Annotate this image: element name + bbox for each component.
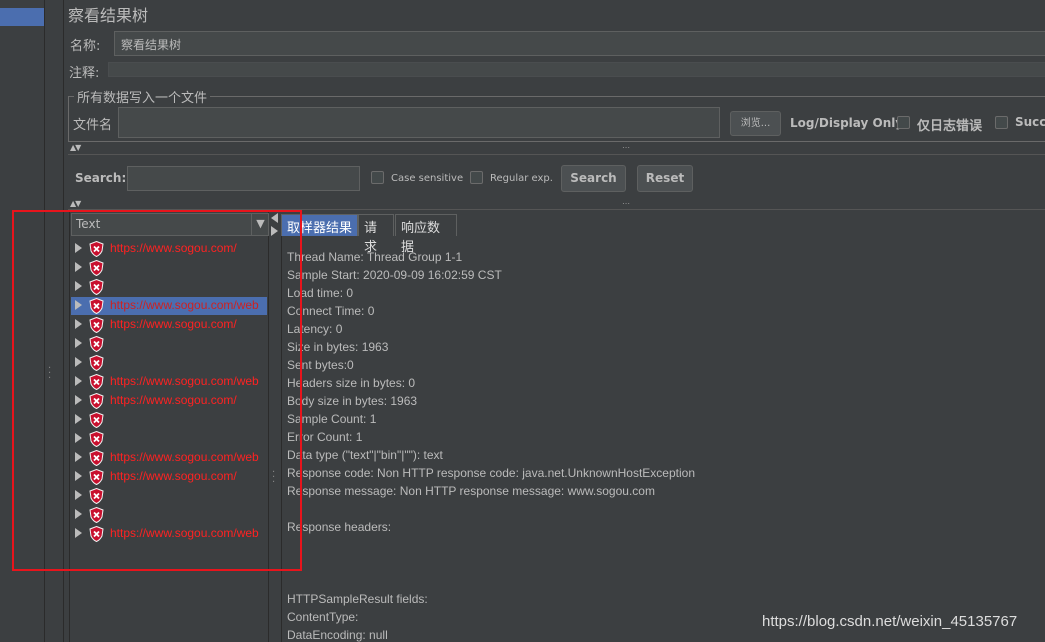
successes-only-label: Succ bbox=[1015, 115, 1045, 129]
result-line: Response message: Non HTTP response mess… bbox=[287, 484, 655, 498]
result-line: Data type ("text"|"bin"|""): text bbox=[287, 448, 443, 462]
result-line: Body size in bytes: 1963 bbox=[287, 394, 418, 408]
result-line: Headers size in bytes: 0 bbox=[287, 376, 416, 390]
search-input[interactable] bbox=[127, 166, 360, 191]
file-output-group-title: 所有数据写入一个文件 bbox=[74, 87, 211, 106]
result-line: HTTPSampleResult fields: bbox=[287, 592, 428, 606]
name-input[interactable]: 察看结果树 bbox=[114, 31, 1045, 56]
sampler-result-panel bbox=[281, 236, 1045, 642]
name-label: 名称: bbox=[70, 39, 101, 54]
tab-response-data[interactable]: 响应数据 bbox=[395, 214, 457, 255]
divider bbox=[68, 154, 1045, 155]
browse-button[interactable]: 浏览... bbox=[730, 111, 781, 136]
reset-button[interactable]: Reset bbox=[637, 165, 693, 192]
left-tree-selected-node[interactable] bbox=[0, 8, 44, 26]
search-label: Search: bbox=[75, 171, 127, 185]
case-sensitive-checkbox[interactable] bbox=[371, 171, 384, 184]
errors-only-checkbox[interactable] bbox=[897, 116, 910, 129]
collapse-arrows-icon[interactable]: ▲▼ bbox=[70, 199, 81, 208]
regular-exp-checkbox[interactable] bbox=[470, 171, 483, 184]
result-line: ContentType: bbox=[287, 610, 359, 624]
result-line: DataEncoding: null bbox=[287, 628, 388, 642]
errors-only-label: 仅日志错误 bbox=[917, 119, 983, 134]
result-line: Size in bytes: 1963 bbox=[287, 340, 389, 354]
tab-request[interactable]: 请求 bbox=[358, 214, 394, 255]
annotation-highlight-box bbox=[12, 210, 302, 571]
divider-grip-icon[interactable]: ⋯ bbox=[622, 199, 630, 208]
result-line: Response headers: bbox=[287, 520, 392, 534]
regular-exp-label: Regular exp. bbox=[490, 173, 553, 184]
successes-only-checkbox[interactable] bbox=[995, 116, 1008, 129]
result-line: Response code: Non HTTP response code: j… bbox=[287, 466, 696, 480]
search-button[interactable]: Search bbox=[561, 165, 626, 192]
filename-label: 文件名 bbox=[73, 118, 113, 133]
comment-input[interactable] bbox=[108, 62, 1045, 77]
comment-label: 注释: bbox=[69, 66, 100, 81]
result-line: Sample Start: 2020-09-09 16:02:59 CST bbox=[287, 268, 502, 282]
filename-input[interactable] bbox=[118, 107, 720, 138]
panel-title: 察看结果树 bbox=[68, 6, 149, 25]
watermark: https://blog.csdn.net/weixin_45135767 bbox=[762, 613, 1018, 630]
result-line: Thread Name: Thread Group 1-1 bbox=[287, 250, 463, 264]
case-sensitive-label: Case sensitive bbox=[391, 173, 464, 184]
divider-grip-icon[interactable]: ⋯ bbox=[622, 143, 630, 152]
collapse-arrows-icon[interactable]: ▲▼ bbox=[70, 143, 81, 152]
log-display-only-label: Log/Display Only: bbox=[790, 116, 908, 130]
